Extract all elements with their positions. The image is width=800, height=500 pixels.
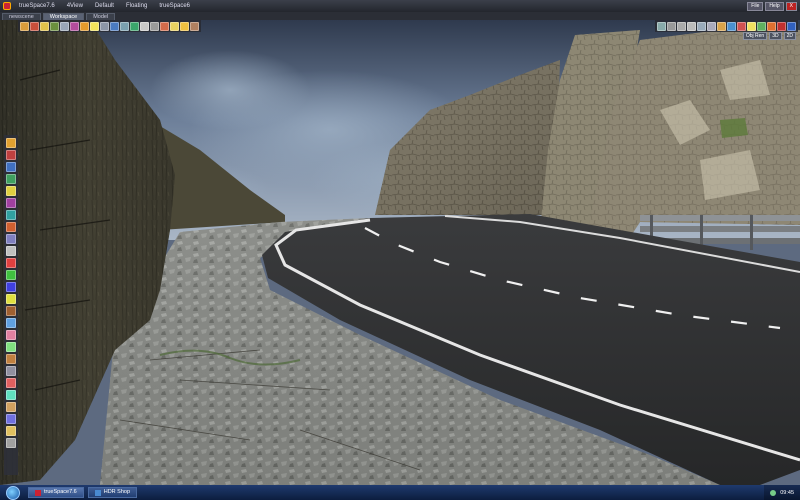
left-tool-17-icon[interactable]	[6, 330, 16, 340]
select-tool-icon[interactable]	[20, 21, 29, 31]
sphere-tool-icon[interactable]	[140, 21, 149, 31]
menu-bar: trueSpace7.6 4View Default Floating true…	[0, 0, 800, 12]
material-tool-icon[interactable]	[80, 21, 89, 31]
rendered-scene	[0, 20, 800, 485]
taskbar-item-label: HDR Shop	[103, 489, 131, 495]
3d-viewport[interactable]: Obj Ren 3D 2D	[0, 20, 800, 485]
taskbar-item-label: trueSpace7.6	[44, 489, 77, 495]
taskbar-item-hdrshop[interactable]: HDR Shop	[87, 487, 138, 498]
rotate-tool-icon[interactable]	[40, 21, 49, 31]
left-tool-9-icon[interactable]	[6, 234, 16, 244]
left-tool-6-icon[interactable]	[6, 198, 16, 208]
left-tool-3-icon[interactable]	[6, 162, 16, 172]
snapshot-tool-icon[interactable]	[767, 21, 776, 31]
left-tool-11-icon[interactable]	[6, 258, 16, 268]
app-title-label: trueSpace7.6	[19, 3, 55, 9]
link-tool-icon[interactable]	[60, 21, 69, 31]
left-tool-5-icon[interactable]	[6, 186, 16, 196]
text-tool-icon[interactable]	[170, 21, 179, 31]
scale-tool-icon[interactable]	[50, 21, 59, 31]
app-logo-icon[interactable]	[3, 2, 11, 10]
walk-tool-icon[interactable]	[707, 21, 716, 31]
top-right-toolbar	[655, 20, 798, 32]
left-tool-25-icon[interactable]	[6, 426, 16, 436]
brush-tool-icon[interactable]	[737, 21, 746, 31]
tab-model[interactable]: Model	[86, 13, 116, 20]
left-toolbar	[4, 135, 18, 475]
left-tool-8-icon[interactable]	[6, 222, 16, 232]
left-tool-16-icon[interactable]	[6, 318, 16, 328]
top-toolbar	[18, 20, 201, 32]
eye-tool-icon[interactable]	[657, 21, 666, 31]
extra-tool-icon[interactable]	[190, 21, 199, 31]
left-tool-14-icon[interactable]	[6, 294, 16, 304]
view-2d-button[interactable]: 2D	[783, 32, 796, 40]
view-3d-button[interactable]: 3D	[769, 32, 782, 40]
taskbar-item-truespace[interactable]: trueSpace7.6	[28, 487, 84, 498]
menu-item-default[interactable]: Default	[89, 3, 120, 9]
settings-tool-icon[interactable]	[777, 21, 786, 31]
zoom-tool-icon[interactable]	[677, 21, 686, 31]
system-tray: 09:45	[764, 485, 800, 500]
globe-tool-icon[interactable]	[727, 21, 736, 31]
left-tool-13-icon[interactable]	[6, 282, 16, 292]
left-tool-24-icon[interactable]	[6, 414, 16, 424]
grid-tool-icon[interactable]	[120, 21, 129, 31]
object-render-button[interactable]: Obj Ren	[742, 32, 768, 40]
menu-item-truespace6[interactable]: trueSpace6	[153, 3, 196, 9]
cube-tool-icon[interactable]	[150, 21, 159, 31]
truespace-window: trueSpace7.6 4View Default Floating true…	[0, 0, 800, 500]
view-mode-buttons: Obj Ren 3D 2D	[742, 32, 796, 40]
fly-tool-icon[interactable]	[697, 21, 706, 31]
render-quality-icon[interactable]	[757, 21, 766, 31]
left-tool-12-icon[interactable]	[6, 270, 16, 280]
left-tool-7-icon[interactable]	[6, 210, 16, 220]
camera-tool-icon[interactable]	[100, 21, 109, 31]
object-tool-icon[interactable]	[70, 21, 79, 31]
hdrshop-icon	[94, 489, 101, 496]
pan-tool-icon[interactable]	[667, 21, 676, 31]
windows-taskbar: trueSpace7.6 HDR Shop 09:45	[0, 485, 800, 500]
file-button[interactable]: File	[747, 1, 764, 11]
left-tool-18-icon[interactable]	[6, 342, 16, 352]
render-tool-icon[interactable]	[110, 21, 119, 31]
left-tool-23-icon[interactable]	[6, 402, 16, 412]
orbit-tool-icon[interactable]	[687, 21, 696, 31]
left-tool-20-icon[interactable]	[6, 366, 16, 376]
frame-tool-icon[interactable]	[717, 21, 726, 31]
obj-export-icon[interactable]	[180, 21, 189, 31]
left-tool-1-icon[interactable]	[6, 138, 16, 148]
left-tool-19-icon[interactable]	[6, 354, 16, 364]
start-button[interactable]	[6, 485, 20, 500]
clock[interactable]: 09:45	[780, 490, 794, 496]
menu-item-4view[interactable]: 4View	[61, 3, 89, 9]
left-tool-21-icon[interactable]	[6, 378, 16, 388]
truespace-icon	[35, 489, 41, 496]
move-tool-icon[interactable]	[30, 21, 39, 31]
lamp-tool-icon[interactable]	[747, 21, 756, 31]
menu-item-floating[interactable]: Floating	[120, 3, 153, 9]
tab-newscene[interactable]: newscene	[2, 13, 41, 20]
tab-workspace[interactable]: Workspace	[42, 13, 85, 20]
layout-tool-icon[interactable]	[787, 21, 796, 31]
left-tool-15-icon[interactable]	[6, 306, 16, 316]
network-icon[interactable]	[770, 489, 777, 496]
cylinder-tool-icon[interactable]	[160, 21, 169, 31]
light-tool-icon[interactable]	[90, 21, 99, 31]
left-tool-22-icon[interactable]	[6, 390, 16, 400]
tab-strip: newscene Workspace Model	[0, 12, 800, 20]
paint-tool-icon[interactable]	[130, 21, 139, 31]
left-tool-26-icon[interactable]	[6, 438, 16, 448]
left-tool-4-icon[interactable]	[6, 174, 16, 184]
left-tool-2-icon[interactable]	[6, 150, 16, 160]
help-button[interactable]: Help	[765, 1, 784, 11]
left-tool-10-icon[interactable]	[6, 246, 16, 256]
close-button[interactable]: X	[785, 1, 797, 11]
